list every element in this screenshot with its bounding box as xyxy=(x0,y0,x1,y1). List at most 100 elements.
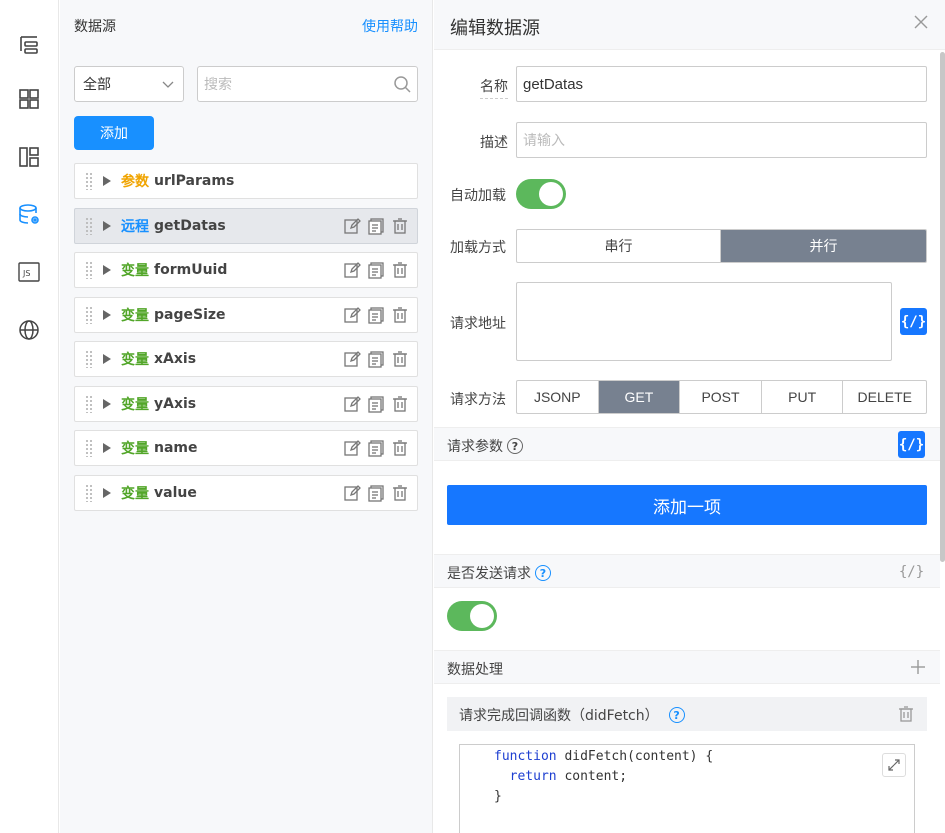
copy-icon[interactable] xyxy=(367,261,385,279)
item-actions xyxy=(343,395,409,413)
expand-editor-button[interactable] xyxy=(882,753,906,777)
edit-icon[interactable] xyxy=(343,395,361,413)
datasource-item[interactable]: 远程 getDatas xyxy=(74,207,418,244)
send-request-toggle[interactable] xyxy=(447,601,497,631)
expand-caret-icon[interactable] xyxy=(103,176,111,186)
load-mode-parallel[interactable]: 并行 xyxy=(721,230,926,262)
type-filter-select[interactable]: 全部 xyxy=(74,66,184,102)
edit-icon[interactable] xyxy=(343,217,361,235)
url-code-toggle-button[interactable]: {/} xyxy=(900,308,927,335)
datasource-list: 参数 urlParams 远程 getDatas 变量 formUuid 变量 pageSiz… xyxy=(74,163,418,519)
trash-icon[interactable] xyxy=(391,217,409,235)
code-editor[interactable]: function didFetch(content) { return cont… xyxy=(459,744,915,833)
description-label: 描述 xyxy=(480,135,508,151)
search-icon[interactable] xyxy=(393,75,411,93)
plus-icon[interactable] xyxy=(910,659,926,675)
copy-icon[interactable] xyxy=(367,439,385,457)
trash-icon[interactable] xyxy=(391,306,409,324)
help-icon[interactable]: ? xyxy=(535,565,551,581)
description-field[interactable] xyxy=(516,122,927,158)
method-delete[interactable]: DELETE xyxy=(843,381,926,413)
expand-caret-icon[interactable] xyxy=(103,220,111,231)
copy-icon[interactable] xyxy=(367,217,385,235)
panel-title: 数据源 xyxy=(74,19,116,35)
name-field[interactable] xyxy=(516,66,927,102)
trash-icon[interactable] xyxy=(897,705,915,723)
params-code-toggle-button[interactable]: {/} xyxy=(898,431,925,458)
datasource-item[interactable]: 变量 formUuid xyxy=(74,252,418,288)
edit-icon[interactable] xyxy=(343,261,361,279)
description-input[interactable] xyxy=(523,131,920,149)
globe-icon[interactable] xyxy=(16,317,42,343)
edit-icon[interactable] xyxy=(343,350,361,368)
expand-caret-icon[interactable] xyxy=(103,443,111,453)
help-icon[interactable]: ? xyxy=(668,707,685,723)
trash-icon[interactable] xyxy=(391,484,409,502)
method-put[interactable]: PUT xyxy=(762,381,844,413)
datasource-item[interactable]: 变量 pageSize xyxy=(74,296,418,333)
drag-handle-icon[interactable] xyxy=(85,483,93,502)
copy-icon[interactable] xyxy=(367,395,385,413)
method-get[interactable]: GET xyxy=(598,381,681,413)
drag-handle-icon[interactable] xyxy=(85,216,93,235)
send-code-toggle-button[interactable]: {/} xyxy=(898,558,925,585)
search-input[interactable] xyxy=(204,76,374,92)
autoload-toggle[interactable] xyxy=(516,179,566,209)
code-content[interactable]: function didFetch(content) { return cont… xyxy=(494,747,713,807)
filter-value: 全部 xyxy=(83,77,111,93)
drag-handle-icon[interactable] xyxy=(85,305,93,324)
expand-caret-icon[interactable] xyxy=(103,265,111,275)
copy-icon[interactable] xyxy=(367,306,385,324)
datasource-item[interactable]: 参数 urlParams xyxy=(74,163,418,199)
item-actions xyxy=(343,350,409,368)
drag-handle-icon[interactable] xyxy=(85,350,93,368)
item-name-label: value xyxy=(154,484,197,501)
drag-handle-icon[interactable] xyxy=(85,261,93,279)
search-box[interactable] xyxy=(197,66,418,102)
edit-icon[interactable] xyxy=(343,484,361,502)
item-type-label: 变量 xyxy=(121,485,149,502)
method-post[interactable]: POST xyxy=(680,381,762,413)
request-url-input[interactable] xyxy=(516,282,892,361)
item-actions xyxy=(343,306,409,324)
code-gutter xyxy=(460,745,490,833)
trash-icon[interactable] xyxy=(391,350,409,368)
trash-icon[interactable] xyxy=(391,395,409,413)
help-icon[interactable]: ? xyxy=(507,438,523,454)
close-icon[interactable] xyxy=(913,14,929,30)
help-link[interactable]: 使用帮助 xyxy=(362,16,418,36)
drag-handle-icon[interactable] xyxy=(85,172,93,190)
add-param-button[interactable]: 添加一项 xyxy=(447,485,927,525)
outline-icon[interactable] xyxy=(16,31,42,57)
name-input[interactable] xyxy=(523,75,920,93)
components-icon[interactable] xyxy=(16,86,42,112)
expand-caret-icon[interactable] xyxy=(103,354,111,364)
datasource-item[interactable]: 变量 value xyxy=(74,474,418,511)
drag-handle-icon[interactable] xyxy=(85,394,93,413)
trash-icon[interactable] xyxy=(391,439,409,457)
copy-icon[interactable] xyxy=(367,350,385,368)
load-mode-serial[interactable]: 串行 xyxy=(517,230,721,262)
scrollbar[interactable] xyxy=(940,52,945,562)
layout-icon[interactable] xyxy=(16,144,42,170)
expand-caret-icon[interactable] xyxy=(103,398,111,409)
add-datasource-button[interactable]: 添加 xyxy=(74,116,154,150)
datasource-item[interactable]: 变量 xAxis xyxy=(74,341,418,377)
expand-caret-icon[interactable] xyxy=(103,309,111,320)
datasource-icon[interactable] xyxy=(16,202,42,228)
datasource-item[interactable]: 变量 name xyxy=(74,430,418,466)
left-rail: JS xyxy=(0,0,59,833)
edit-icon[interactable] xyxy=(343,306,361,324)
trash-icon[interactable] xyxy=(391,261,409,279)
drag-handle-icon[interactable] xyxy=(85,439,93,457)
copy-icon[interactable] xyxy=(367,484,385,502)
expand-caret-icon[interactable] xyxy=(103,487,111,498)
name-label: 名称 xyxy=(480,76,508,99)
method-jsonp[interactable]: JSONP xyxy=(517,381,599,413)
datasource-item[interactable]: 变量 yAxis xyxy=(74,385,418,422)
item-type-label: 变量 xyxy=(121,396,149,413)
edit-icon[interactable] xyxy=(343,439,361,457)
request-method-segmented: JSONP GET POST PUT DELETE xyxy=(516,380,927,414)
js-icon[interactable]: JS xyxy=(16,259,42,285)
autoload-label: 自动加载 xyxy=(450,188,506,204)
